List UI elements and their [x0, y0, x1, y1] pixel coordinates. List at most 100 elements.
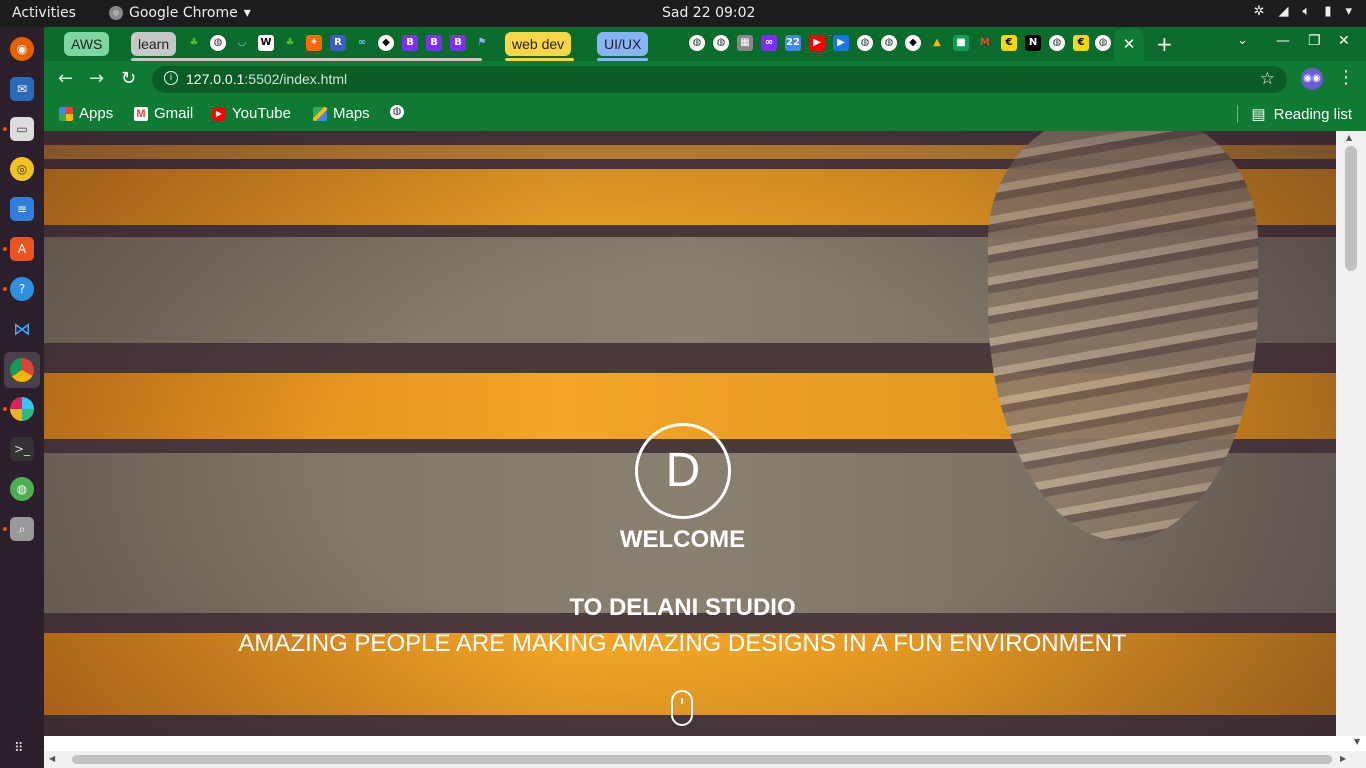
globe-icon: ◍	[390, 105, 404, 119]
bookmark-globe[interactable]: ◍	[390, 105, 404, 119]
black-favicon-icon[interactable]: N	[1025, 35, 1041, 51]
clock[interactable]: Sad 22 09:02	[662, 5, 755, 21]
globe-favicon-icon[interactable]: ◍	[689, 35, 705, 51]
vertical-scroll-thumb[interactable]	[1345, 146, 1357, 271]
r-favicon-icon[interactable]: R	[330, 35, 346, 51]
reload-icon[interactable]: ↻	[121, 68, 136, 89]
meet-favicon-icon[interactable]: ■	[953, 35, 969, 51]
show-applications-icon[interactable]: ⠿	[14, 741, 30, 757]
close-tab-icon[interactable]: ✕	[1123, 35, 1136, 53]
restore-icon[interactable]: ❐	[1308, 33, 1321, 49]
system-tray[interactable]: ✲ ◢ 🔈︎ ▮ ▾	[1254, 4, 1352, 19]
profile-avatar[interactable]: ◉◉	[1301, 68, 1323, 90]
tab-group-web-dev[interactable]: web dev	[505, 32, 572, 56]
tab-group-ui-ux[interactable]: UI/UX	[597, 32, 649, 56]
orange-favicon-icon[interactable]: ✦	[306, 35, 322, 51]
bookmarks-separator	[1237, 105, 1238, 123]
activities-button[interactable]: Activities	[12, 5, 76, 21]
rhythmbox-icon[interactable]: ◎	[10, 157, 34, 181]
bookmark-apps[interactable]: Apps	[59, 105, 113, 122]
bookmark-youtube[interactable]: ▶ YouTube	[212, 105, 291, 122]
tab-strip: AWS learn web dev UI/UX ♣ ◍ ◡ W ♣ ✦ R ∞ …	[44, 27, 1366, 61]
bookmark-star-icon[interactable]: ☆	[1260, 69, 1275, 89]
gmail-icon: M	[134, 106, 148, 121]
address-bar[interactable]: i 127.0.0.1:5502/index.html ☆	[152, 66, 1287, 93]
close-window-icon[interactable]: ✕	[1338, 33, 1350, 49]
wikipedia-favicon-icon[interactable]: W	[258, 35, 274, 51]
youtube-icon: ▶	[212, 106, 226, 121]
horizontal-scrollbar[interactable]: ◀ ▶ ▼	[44, 737, 1366, 768]
image-favicon-icon[interactable]: ▦	[737, 35, 753, 51]
files-icon[interactable]: ▭	[10, 117, 34, 141]
firefox-icon[interactable]: ◉	[10, 37, 34, 61]
app-menu[interactable]: Google Chrome ▾	[109, 5, 251, 21]
chrome-menu-icon[interactable]: ⋮	[1337, 67, 1355, 88]
tab-group-learn[interactable]: learn	[131, 32, 177, 56]
bird-favicon-icon[interactable]: ◆	[378, 35, 394, 51]
youtube-favicon-icon[interactable]: ▶	[809, 35, 825, 51]
cloud-favicon-icon[interactable]: ∞	[354, 35, 370, 51]
chevron-down-icon: ▾	[243, 5, 251, 21]
bootstrap-favicon-icon[interactable]: B	[450, 35, 466, 51]
bookmark-label: Maps	[333, 105, 370, 122]
drive-favicon-icon[interactable]: ▲	[929, 35, 945, 51]
globe-favicon-icon[interactable]: ◍	[713, 35, 729, 51]
help-icon[interactable]: ?	[10, 277, 34, 301]
bookmark-label: Apps	[79, 105, 114, 122]
scroll-right-icon[interactable]: ▶	[1340, 754, 1346, 763]
yellow-favicon-icon[interactable]: €	[1073, 35, 1089, 51]
writer-icon[interactable]: ≡	[10, 197, 34, 221]
wave-favicon-icon[interactable]: ◡	[234, 35, 250, 51]
globe-favicon-icon[interactable]: ◍	[1095, 35, 1111, 51]
flag-favicon-icon[interactable]: ⚑	[474, 35, 490, 51]
bootstrap-favicon-icon[interactable]: B	[402, 35, 418, 51]
tab-search-icon[interactable]: ⌄	[1237, 33, 1248, 48]
battery-icon: ▮	[1324, 4, 1332, 19]
tree-favicon-icon[interactable]: ♣	[186, 35, 202, 51]
vscode-icon[interactable]: ⋈	[10, 317, 34, 341]
horizontal-scroll-thumb[interactable]	[72, 755, 1332, 764]
globe-favicon-icon[interactable]: ◍	[1049, 35, 1065, 51]
terminal-icon[interactable]: >_	[10, 437, 34, 461]
vertical-scrollbar[interactable]: ▲	[1336, 131, 1366, 736]
bookmark-maps[interactable]: Maps	[313, 105, 370, 122]
scroll-mouse-icon[interactable]	[671, 690, 693, 726]
apps-grid-icon	[59, 106, 73, 121]
scroll-up-icon[interactable]: ▲	[1346, 133, 1352, 142]
globe-favicon-icon[interactable]: ◍	[857, 35, 873, 51]
globe-favicon-icon[interactable]: ◍	[881, 35, 897, 51]
running-indicator	[3, 527, 7, 531]
running-indicator	[3, 127, 7, 131]
site-info-icon[interactable]: i	[164, 71, 178, 85]
studio-heading: TO DELANI STUDIO	[569, 594, 796, 621]
tree-favicon-icon[interactable]: ♣	[282, 35, 298, 51]
scroll-down-icon[interactable]: ▼	[1354, 737, 1360, 746]
purple-favicon-icon[interactable]: ∞	[761, 35, 777, 51]
thunderbird-icon[interactable]: ✉	[10, 77, 34, 101]
calendar-favicon-icon[interactable]: 22	[785, 35, 801, 51]
reading-list-label: Reading list	[1273, 105, 1352, 123]
yellow-favicon-icon[interactable]: €	[1001, 35, 1017, 51]
app-menu-label: Google Chrome	[129, 5, 238, 21]
gmail-favicon-icon[interactable]: M	[977, 35, 993, 51]
chrome-dock-icon[interactable]	[10, 358, 34, 382]
bird-favicon-icon[interactable]: ◆	[905, 35, 921, 51]
forward-arrow-icon[interactable]: →	[89, 68, 104, 89]
slack-icon[interactable]	[10, 397, 34, 421]
new-tab-button[interactable]: +	[1156, 32, 1173, 56]
reading-list-button[interactable]: ▤ Reading list	[1251, 105, 1352, 124]
back-arrow-icon[interactable]: ←	[58, 68, 73, 89]
video-favicon-icon[interactable]: ▶	[833, 35, 849, 51]
bookmark-gmail[interactable]: M Gmail	[134, 105, 193, 122]
globe-favicon-icon[interactable]: ◍	[210, 35, 226, 51]
bookmarks-bar: Apps M Gmail ▶ YouTube Maps ◍ ▤ Reading …	[44, 97, 1366, 131]
software-center-icon[interactable]: A	[10, 237, 34, 261]
screenshot-icon[interactable]: ⌕	[10, 517, 34, 541]
running-indicator	[3, 407, 7, 411]
web-browser-icon[interactable]: ◍	[10, 477, 34, 501]
minimize-icon[interactable]: —	[1276, 33, 1290, 49]
active-tab[interactable]: ✕	[1114, 29, 1144, 61]
scroll-left-icon[interactable]: ◀	[49, 754, 55, 763]
bootstrap-favicon-icon[interactable]: B	[426, 35, 442, 51]
tab-group-aws[interactable]: AWS	[64, 32, 110, 56]
